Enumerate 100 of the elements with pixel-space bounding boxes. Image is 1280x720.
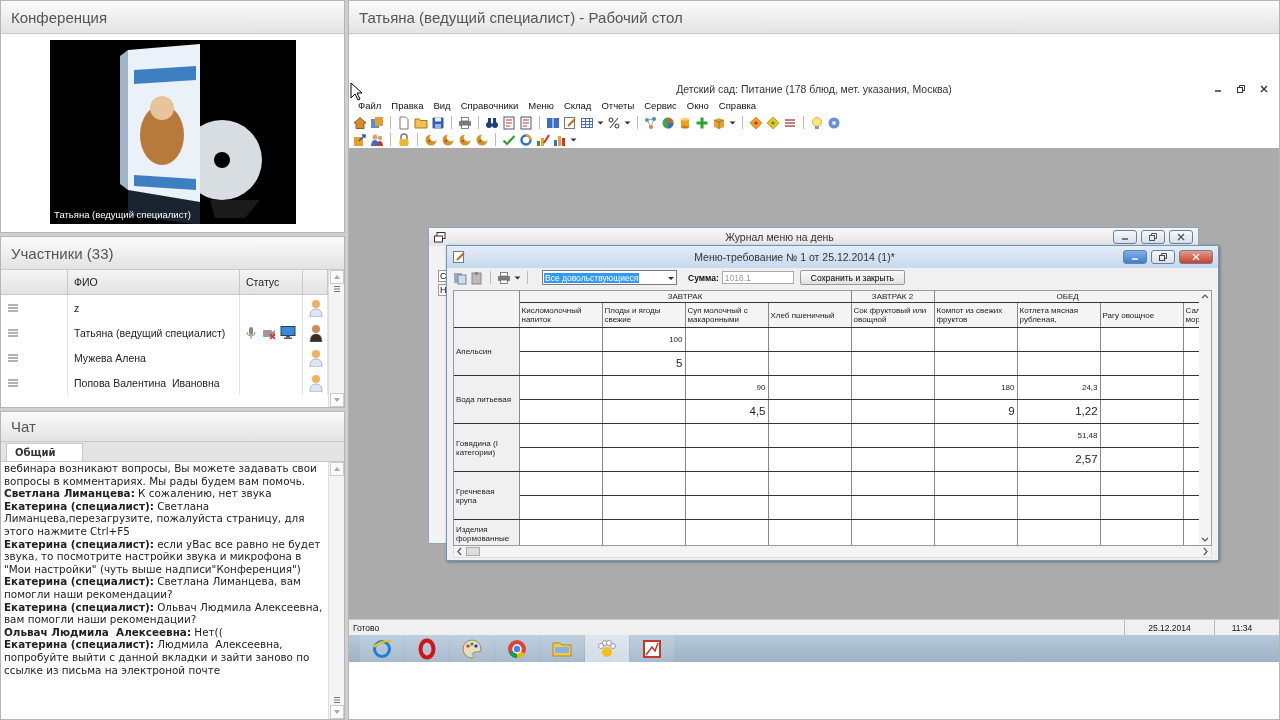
participant-name: Татьяна (ведущий специалист) [74,326,226,339]
taskbar-button[interactable] [630,635,674,662]
menu-item[interactable]: Правка [386,100,429,111]
cookie-icon[interactable] [424,132,438,147]
text-box-icon[interactable] [519,115,533,130]
chat-message: Екатерина (специалист): Светлана Лиманцева, вам помогли наши рекомендации? [4,575,302,601]
restore-button[interactable] [1141,230,1165,244]
check-icon[interactable] [502,132,516,147]
drag-handle-icon[interactable] [7,377,19,388]
status-text: Готово [352,621,381,635]
save-close-button[interactable]: Сохранить и закрыть [799,270,905,285]
scrollbar[interactable] [328,462,344,719]
menu-item[interactable]: Файл [353,100,387,111]
drag-handle-icon[interactable] [7,302,19,313]
restore-icon[interactable] [1236,84,1246,94]
close-icon[interactable] [1259,84,1269,94]
copy-icon[interactable] [453,270,467,285]
table-cell: 180 [1001,383,1015,392]
menu-item[interactable]: Вид [428,100,456,111]
table-cell: 90 [756,383,766,392]
table-cell: 9 [1008,404,1015,417]
chart-pencil-icon[interactable] [536,132,550,147]
cookie-icon[interactable] [441,132,455,147]
percent-icon[interactable] [607,115,621,130]
column-header: Компот из свежих фруктов [936,306,1003,324]
book-icon[interactable] [546,115,560,130]
pie-icon[interactable] [661,115,675,130]
lock-icon[interactable] [397,132,411,147]
restore-icon [1158,252,1168,262]
minimize-button[interactable] [1113,230,1137,244]
column-group-header: ЗАВТРАК [667,292,703,301]
menu-item[interactable]: Сервис [639,100,682,111]
table-cell: 24,3 [1081,383,1098,392]
folder-icon[interactable] [414,115,428,130]
table-cell: 51,48 [1077,431,1098,440]
bulb-icon[interactable] [810,115,824,130]
menu-item[interactable]: Склад [558,100,597,111]
column-group-header: ЗАВТРАК 2 [871,292,914,301]
nodes-icon[interactable] [644,115,658,130]
sum-label: Сумма: [688,272,719,283]
diamond-icon[interactable] [749,115,763,130]
row-header: Гречневая крупа [456,486,495,505]
dialog-title: Меню-требование № 1 от 25.12.2014 (1)* [693,251,896,263]
menu-item[interactable]: Справка [713,100,762,111]
row-header: Изделия формованные [456,524,510,543]
sheets-icon[interactable] [370,115,384,130]
chat-message: Екатерина (специалист): Людмила Алексеевна, попробуйте выйти с данной вкладки и зайти заново по ссылке из письма на электроной почте [4,638,311,677]
close-button[interactable] [1179,250,1213,264]
binoculars-icon[interactable] [485,115,499,130]
cookie-icon[interactable] [458,132,472,147]
chat-tab[interactable]: Общий [6,443,83,461]
chat-message: Екатерина (специалист): Ольвач Людмила Алексеевна, вам помогли наши рекомендации? [4,600,324,626]
page-icon[interactable] [397,115,411,130]
row-header: Говядина (I категории) [456,438,498,457]
cylinder-icon[interactable] [678,115,692,130]
panel-title: Участники (33) [11,244,114,262]
taskbar-button[interactable] [360,635,404,662]
menu-item[interactable]: Окно [681,100,714,111]
wheel-icon [506,637,528,660]
column-header: Котлета мясная рубленая, [1019,306,1079,324]
column-group-header: ОБЕД [1056,292,1079,301]
column-header: ФИО [74,276,98,288]
close-icon [1176,232,1186,242]
table-cell: 5 [676,356,683,369]
people-icon[interactable] [370,132,384,147]
column-header: Статус [246,276,280,288]
panel-title: Чат [11,418,36,435]
menu-item[interactable]: Меню [523,100,559,111]
participant-name: z [74,301,80,314]
chat-message: вебинара возникают вопросы, Вы можете задавать свои вопросы в комментариях. Мы рады будем вам помочь. [4,462,318,488]
paste-icon[interactable] [470,270,484,285]
drag-handle-icon[interactable] [7,327,19,338]
column-header: Сок фруктовый или овощной [853,306,927,324]
menu-item[interactable]: Отчеты [596,100,640,111]
taskbar-button[interactable] [405,635,449,662]
plus-icon[interactable] [695,115,709,130]
ring-icon[interactable] [519,132,533,147]
table-icon[interactable] [580,115,594,130]
participant-name: Мужева Алена [74,351,146,364]
menu-item[interactable]: Справочники [455,100,524,111]
printer-icon[interactable] [458,115,472,130]
scrollbar[interactable] [328,270,344,407]
taskbar-button[interactable] [495,635,539,662]
save-icon[interactable] [431,115,445,130]
edit-icon[interactable] [563,115,577,130]
close-button[interactable] [1169,230,1193,244]
house-icon[interactable] [353,115,367,130]
column-header: Хлеб пшеничный [770,310,835,320]
diamond-icon[interactable] [766,115,780,130]
scroll-thumb[interactable] [466,547,480,556]
restore-button[interactable] [1151,250,1175,264]
export-icon[interactable] [353,132,367,147]
printer-icon[interactable] [497,270,511,285]
taskbar-button[interactable] [450,635,494,662]
chat-message: Светлана Лиманцева: К сожалению, нет звука [4,487,273,500]
drag-handle-icon[interactable] [7,352,19,363]
table-cell: 4,5 [749,404,766,417]
row-header: Вода питьевая [456,395,511,404]
gear-icon[interactable] [827,115,841,130]
video-caption: Татьяна (ведущий специалист) [54,209,191,220]
